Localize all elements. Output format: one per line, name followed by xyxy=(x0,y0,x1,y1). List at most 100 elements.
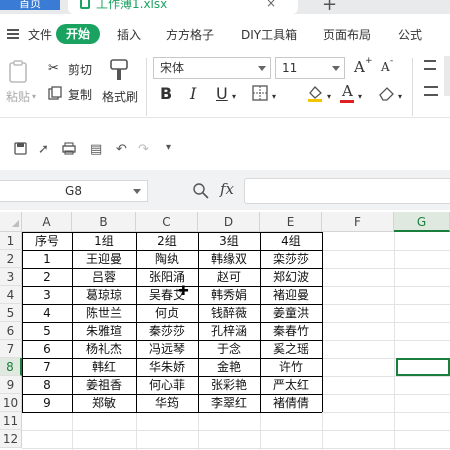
column-header-d[interactable]: D xyxy=(198,212,260,232)
column-header-e[interactable]: E xyxy=(260,212,322,232)
cell-d2[interactable]: 韩缘双 xyxy=(198,250,260,268)
row-header-12[interactable]: 12 xyxy=(0,430,22,448)
cell-c5[interactable]: 何贞 xyxy=(136,304,198,322)
cell-d1[interactable]: 3组 xyxy=(198,232,260,250)
font-name-select[interactable]: 宋体 xyxy=(153,57,271,79)
cell-e10[interactable]: 褚倩倩 xyxy=(260,394,322,412)
menu-home-tab[interactable]: 开始 xyxy=(56,24,100,44)
fill-color-dropdown-icon[interactable]: ▾ xyxy=(327,92,331,101)
grow-font-button[interactable]: A xyxy=(354,58,365,76)
cell-b2[interactable]: 王迎曼 xyxy=(72,250,136,268)
cell-a7[interactable]: 6 xyxy=(22,340,72,358)
name-box[interactable]: G8 xyxy=(0,180,148,202)
cell-e5[interactable]: 姜童洪 xyxy=(260,304,322,322)
formula-input[interactable] xyxy=(244,178,450,204)
print-preview-icon[interactable]: ▤ xyxy=(90,142,102,157)
row-header-5[interactable]: 5 xyxy=(0,304,22,322)
undo-icon[interactable]: ↶ xyxy=(116,142,127,157)
row-header-9[interactable]: 9 xyxy=(0,376,22,394)
bold-button[interactable]: B xyxy=(160,84,172,103)
cell-b1[interactable]: 1组 xyxy=(72,232,136,250)
column-header-b[interactable]: B xyxy=(72,212,136,232)
cell-e8[interactable]: 许竹 xyxy=(260,358,322,376)
cell-c7[interactable]: 冯远琴 xyxy=(136,340,198,358)
copy-button[interactable]: 复制 xyxy=(68,86,92,103)
cell-a1[interactable]: 序号 xyxy=(22,232,72,250)
paste-icon[interactable] xyxy=(8,60,30,84)
cell-b10[interactable]: 郑敏 xyxy=(72,394,136,412)
cell-d5[interactable]: 钱醉薇 xyxy=(198,304,260,322)
cut-button[interactable]: 剪切 xyxy=(68,61,92,78)
underline-button[interactable]: U xyxy=(216,84,228,103)
cell-c1[interactable]: 2组 xyxy=(136,232,198,250)
borders-dropdown-icon[interactable]: ▾ xyxy=(272,92,276,101)
new-tab-icon[interactable]: + xyxy=(322,0,337,15)
menu-fangfang[interactable]: 方方格子 xyxy=(166,26,214,43)
cell-b7[interactable]: 杨礼杰 xyxy=(72,340,136,358)
insert-function-button[interactable]: fx xyxy=(220,180,234,198)
format-painter-button[interactable]: 格式刷 xyxy=(102,88,138,105)
cell-e1[interactable]: 4组 xyxy=(260,232,322,250)
cell-a2[interactable]: 1 xyxy=(22,250,72,268)
align-left-icon[interactable] xyxy=(424,86,438,96)
cell-c2[interactable]: 陶纨 xyxy=(136,250,198,268)
cell-d6[interactable]: 孔梓涵 xyxy=(198,322,260,340)
menu-formula[interactable]: 公式 xyxy=(398,26,422,43)
cell-a3[interactable]: 2 xyxy=(22,268,72,286)
row-header-2[interactable]: 2 xyxy=(0,250,22,268)
cell-b9[interactable]: 姜祖香 xyxy=(72,376,136,394)
cell-d9[interactable]: 张彩艳 xyxy=(198,376,260,394)
row-header-1[interactable]: 1 xyxy=(0,232,22,250)
menu-insert[interactable]: 插入 xyxy=(117,26,141,43)
fill-color-icon[interactable] xyxy=(306,84,324,102)
menu-page-layout[interactable]: 页面布局 xyxy=(323,26,371,43)
format-painter-icon[interactable] xyxy=(108,58,130,82)
cell-d10[interactable]: 李翠红 xyxy=(198,394,260,412)
cell-a8[interactable]: 7 xyxy=(22,358,72,376)
underline-dropdown-icon[interactable]: ▾ xyxy=(232,92,236,101)
cell-e2[interactable]: 栾莎莎 xyxy=(260,250,322,268)
row-header-6[interactable]: 6 xyxy=(0,322,22,340)
file-tab[interactable]: 工作薄1.xlsx xyxy=(68,0,298,14)
align-top-icon[interactable] xyxy=(424,60,436,70)
cell-e7[interactable]: 奚之瑶 xyxy=(260,340,322,358)
eraser-icon[interactable] xyxy=(378,85,396,101)
cell-d7[interactable]: 于念 xyxy=(198,340,260,358)
menu-diy-toolbox[interactable]: DIY工具箱 xyxy=(241,26,297,43)
cell-e6[interactable]: 秦春竹 xyxy=(260,322,322,340)
print-icon[interactable] xyxy=(62,142,76,155)
cell-d3[interactable]: 赵可 xyxy=(198,268,260,286)
redo-icon[interactable]: ↷ xyxy=(138,142,149,157)
save-icon[interactable] xyxy=(14,142,27,155)
home-tab[interactable]: 首页 xyxy=(0,0,60,10)
italic-button[interactable]: I xyxy=(190,84,196,103)
cell-c10[interactable]: 华筠 xyxy=(136,394,198,412)
cell-a10[interactable]: 9 xyxy=(22,394,72,412)
cell-b8[interactable]: 韩红 xyxy=(72,358,136,376)
close-tab-icon[interactable]: × xyxy=(266,0,276,10)
borders-icon[interactable] xyxy=(252,85,268,101)
cell-e3[interactable]: 郑幻波 xyxy=(260,268,322,286)
cell-e9[interactable]: 严太红 xyxy=(260,376,322,394)
cell-c9[interactable]: 何心菲 xyxy=(136,376,198,394)
zoom-icon[interactable] xyxy=(193,183,209,199)
column-header-c[interactable]: C xyxy=(136,212,198,232)
row-header-10[interactable]: 10 xyxy=(0,394,22,412)
shrink-font-button[interactable]: A xyxy=(381,60,390,74)
column-header-g[interactable]: G xyxy=(394,212,450,232)
row-header-3[interactable]: 3 xyxy=(0,268,22,286)
customize-menu-icon[interactable]: ▾ xyxy=(166,142,171,153)
row-header-8[interactable]: 8 xyxy=(0,358,22,376)
cell-b6[interactable]: 朱雅瑄 xyxy=(72,322,136,340)
row-header-11[interactable]: 11 xyxy=(0,412,22,430)
cell-d8[interactable]: 金艳 xyxy=(198,358,260,376)
font-color-icon[interactable]: A xyxy=(342,82,353,100)
cell-a6[interactable]: 5 xyxy=(22,322,72,340)
cell-e4[interactable]: 褚迎曼 xyxy=(260,286,322,304)
column-header-a[interactable]: A xyxy=(22,212,72,232)
hamburger-icon[interactable] xyxy=(7,29,19,39)
cell-c8[interactable]: 华朱娇 xyxy=(136,358,198,376)
cell-a5[interactable]: 4 xyxy=(22,304,72,322)
eraser-dropdown-icon[interactable]: ▾ xyxy=(398,92,402,101)
font-size-select[interactable]: 11 xyxy=(275,57,345,79)
